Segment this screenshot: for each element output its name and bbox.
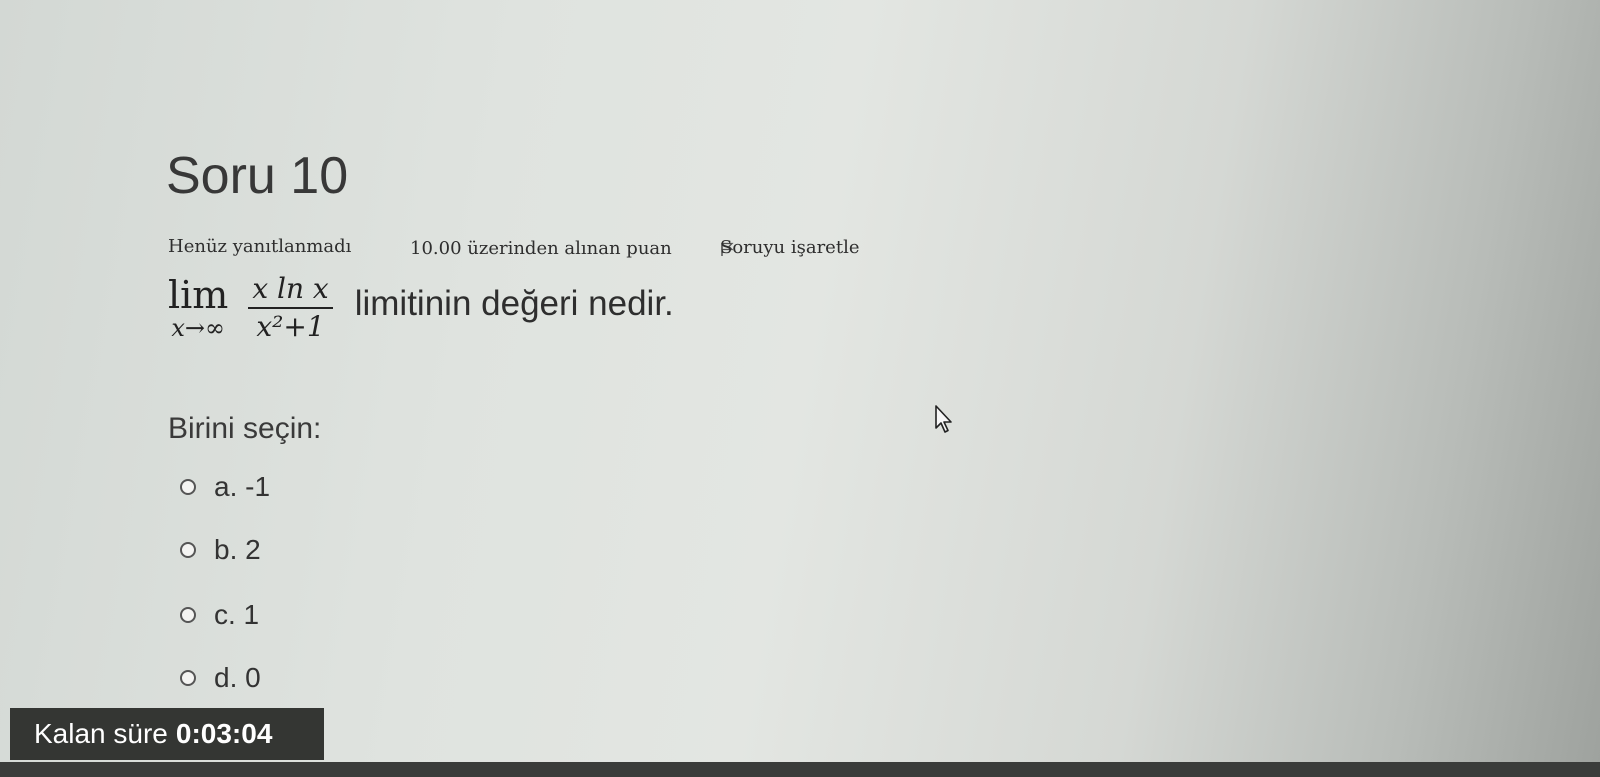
option-a[interactable]: a. -1 xyxy=(180,470,270,504)
question-info: Henüz yanıtlanmadı 10.00 üzerinden alına… xyxy=(168,236,928,272)
question-text: lim x→∞ x ln x x²+1 limitinin değeri ned… xyxy=(168,268,674,348)
flag-question-label: Soruyu işaretle xyxy=(720,236,860,258)
mouse-pointer-icon xyxy=(934,404,956,434)
limit-operator: lim x→∞ xyxy=(168,275,228,341)
time-remaining-box: Kalan süre 0:03:04 xyxy=(10,708,324,760)
fraction-numerator: x ln x xyxy=(252,272,329,305)
answer-prompt: Birini seçin: xyxy=(168,412,322,445)
option-c-label: c. 1 xyxy=(214,599,260,630)
limit-fraction: x ln x x²+1 xyxy=(248,272,333,343)
timer-label: Kalan süre xyxy=(34,718,168,749)
option-b-label: b. 2 xyxy=(214,534,261,565)
question-state: Henüz yanıtlanmadı xyxy=(168,236,352,257)
limit-subscript: x→∞ xyxy=(171,314,225,342)
option-d[interactable]: d. 0 xyxy=(180,661,261,695)
option-a-label: a. -1 xyxy=(214,471,271,502)
limit-word: lim xyxy=(168,273,229,317)
limit-expression: lim x→∞ x ln x x²+1 xyxy=(168,273,333,343)
fraction-denominator: x²+1 xyxy=(256,310,325,343)
bottom-bar xyxy=(0,762,1600,777)
option-c-radio[interactable] xyxy=(180,607,196,623)
timer-value: 0:03:04 xyxy=(175,718,273,749)
question-title: Soru 10 xyxy=(166,147,349,205)
option-a-radio[interactable] xyxy=(180,479,196,495)
option-d-radio[interactable] xyxy=(180,670,196,686)
question-grade: 10.00 üzerinden alınan puan xyxy=(410,238,672,259)
option-b-radio[interactable] xyxy=(180,542,196,558)
option-d-label: d. 0 xyxy=(214,662,261,693)
question-text-words: limitinin değeri nedir. xyxy=(354,284,674,323)
option-b[interactable]: b. 2 xyxy=(180,533,261,567)
option-c[interactable]: c. 1 xyxy=(180,598,259,632)
